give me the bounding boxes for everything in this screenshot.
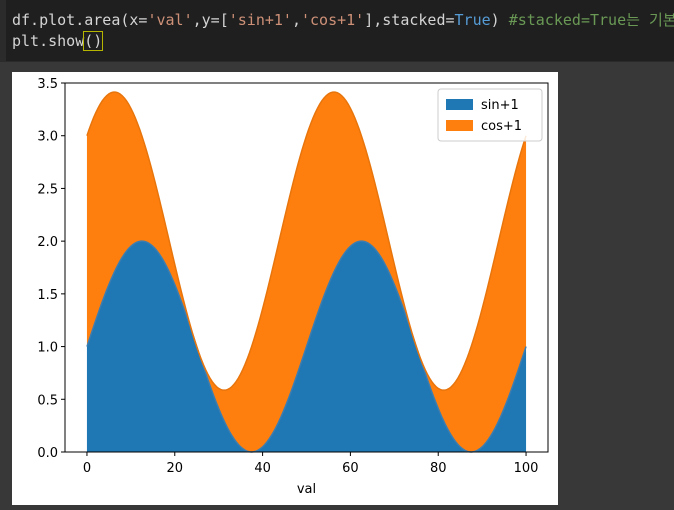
code-token: , — [291, 11, 301, 29]
code-string: 'sin+1' — [228, 11, 292, 29]
code-paren-highlight: () — [83, 31, 104, 51]
y-tick-label: 3.5 — [37, 77, 58, 92]
x-tick-label: 0 — [83, 461, 91, 476]
code-text[interactable]: df.plot.area(x='val',y=['sin+1','cos+1']… — [12, 10, 674, 52]
y-tick-label: 1.0 — [37, 341, 58, 356]
code-token: plt.show — [12, 32, 85, 50]
x-tick-label: 20 — [166, 461, 183, 476]
legend-label: sin+1 — [481, 98, 519, 113]
x-tick-label: 60 — [342, 461, 359, 476]
notebook-cell: df.plot.area(x='val',y=['sin+1','cos+1']… — [0, 0, 674, 505]
y-tick-label: 0.0 — [37, 446, 58, 461]
x-tick-label: 40 — [254, 461, 271, 476]
area-chart: 0.0 0.5 1.0 1.5 2.0 2.5 3.0 3.5 0 20 40 60 80 100 val s… — [37, 77, 549, 497]
x-tick-label: 80 — [430, 461, 447, 476]
code-comment: #stacked=True는 기본값 — [499, 11, 674, 29]
y-tick-label: 1.5 — [37, 288, 58, 303]
code-keyword: True — [454, 11, 491, 29]
y-tick-label: 2.5 — [37, 182, 58, 197]
x-axis-label: val — [297, 482, 316, 497]
code-string: 'val' — [147, 11, 193, 29]
cell-gutter — [0, 0, 6, 62]
code-token: ,y=[ — [192, 11, 229, 29]
code-token: ],stacked= — [364, 11, 455, 29]
y-tick-label: 3.0 — [37, 130, 58, 145]
legend-swatch — [446, 120, 473, 131]
legend-swatch — [446, 99, 473, 110]
code-editor[interactable]: df.plot.area(x='val',y=['sin+1','cos+1']… — [0, 0, 674, 62]
code-token: ) — [490, 11, 500, 29]
code-token: df.plot.area(x= — [12, 11, 148, 29]
y-tick-label: 0.5 — [37, 393, 58, 408]
y-tick-label: 2.0 — [37, 235, 58, 250]
x-tick-label: 100 — [514, 461, 539, 476]
code-string: 'cos+1' — [301, 11, 365, 29]
legend-label: cos+1 — [481, 119, 522, 134]
chart-figure: 0.0 0.5 1.0 1.5 2.0 2.5 3.0 3.5 0 20 40 60 80 100 val s… — [12, 72, 558, 505]
